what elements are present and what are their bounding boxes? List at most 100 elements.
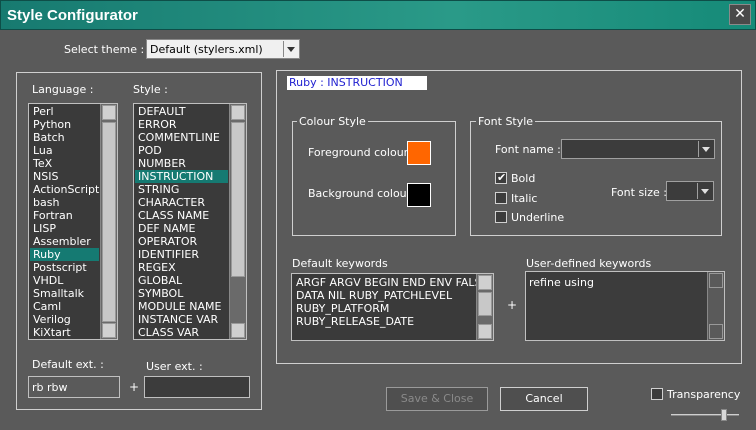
keywords-scrollbar[interactable] [476, 274, 493, 340]
style-list-item[interactable]: COMMENTLINE [135, 131, 228, 144]
chevron-down-icon[interactable] [697, 183, 712, 199]
scroll-thumb[interactable] [102, 122, 116, 322]
style-list-item[interactable]: NUMBER [135, 157, 228, 170]
language-list-item[interactable]: VHDL [30, 274, 99, 287]
italic-checkbox[interactable] [495, 192, 507, 204]
style-list-item[interactable]: REGEX [135, 261, 228, 274]
style-items: DEFAULT ERROR COMMENTLINE POD NUMBER INSTRUCT… [135, 105, 228, 339]
language-list-item[interactable]: Verilog [30, 313, 99, 326]
scroll-down-icon[interactable] [478, 324, 492, 339]
language-list-item[interactable]: Python [30, 118, 99, 131]
plus-sign: + [129, 380, 140, 394]
title-bar: Style Configurator ✕ [0, 0, 756, 30]
scroll-up-icon[interactable] [102, 105, 116, 120]
style-list-item[interactable]: POD [135, 144, 228, 157]
user-keywords-scrollbar[interactable] [707, 272, 724, 340]
language-list-item[interactable]: Batch [30, 131, 99, 144]
user-keywords-value: refine using [529, 276, 594, 289]
language-list-item[interactable]: Lua [30, 144, 99, 157]
language-list-item[interactable]: ActionScript [30, 183, 99, 196]
language-list[interactable]: Perl Python Batch Lua TeX NSIS ActionScript bas… [28, 103, 118, 340]
font-size-combo[interactable] [666, 181, 714, 201]
language-list-item[interactable]: KiXtart [30, 326, 99, 339]
transparency-checkbox[interactable] [651, 388, 663, 400]
style-label: Style : [133, 83, 168, 96]
style-list-item[interactable]: INSTRUCTION [135, 170, 228, 183]
style-list-item[interactable]: MODULE NAME [135, 300, 228, 313]
transparency-slider-thumb[interactable] [720, 409, 727, 421]
style-list-item[interactable]: GLOBAL [135, 274, 228, 287]
language-list-item[interactable]: TeX [30, 157, 99, 170]
scroll-down-icon[interactable] [709, 324, 723, 339]
font-size-label: Font size : [611, 186, 667, 199]
font-name-label: Font name : [495, 143, 561, 156]
default-ext-label: Default ext. : [32, 358, 104, 371]
default-keywords-list[interactable]: ARGF ARGV BEGIN END ENV FALSE DATA NIL RU… [291, 273, 494, 341]
style-list-item[interactable]: ERROR [135, 118, 228, 131]
style-list-item[interactable]: STRING [135, 183, 228, 196]
underline-label: Underline [511, 211, 565, 224]
style-list-item[interactable]: INSTANCE VAR [135, 313, 228, 326]
style-list-item[interactable]: CLASS NAME [135, 209, 228, 222]
language-list-item[interactable]: Fortran [30, 209, 99, 222]
current-style-field: Ruby : INSTRUCTION [287, 76, 427, 90]
style-list-item[interactable]: CLASS VAR [135, 326, 228, 339]
language-list-item[interactable]: LISP [30, 222, 99, 235]
language-list-item[interactable]: NSIS [30, 170, 99, 183]
keywords-plus-sign: + [507, 298, 518, 312]
scroll-thumb[interactable] [231, 122, 245, 277]
style-scrollbar[interactable] [229, 104, 246, 339]
user-keywords-input[interactable]: refine using [525, 271, 725, 341]
scroll-down-icon[interactable] [102, 323, 116, 338]
language-scrollbar[interactable] [100, 104, 117, 339]
window-title: Style Configurator [7, 7, 138, 24]
style-list-item[interactable]: IDENTIFIER [135, 248, 228, 261]
current-style-value: Ruby : INSTRUCTION [289, 76, 403, 89]
scroll-down-icon[interactable] [231, 323, 245, 338]
keyword-line: DATA NIL RUBY_PATCHLEVEL [296, 289, 453, 302]
default-ext-field: rb rbw [28, 376, 120, 398]
language-label: Language : [32, 83, 94, 96]
select-theme-label: Select theme : [64, 43, 145, 56]
language-list-item[interactable]: Postscript [30, 261, 99, 274]
foreground-colour-swatch[interactable] [407, 141, 431, 165]
language-list-item[interactable]: Perl [30, 105, 99, 118]
scroll-thumb[interactable] [478, 292, 492, 316]
colour-style-group [292, 121, 456, 236]
user-ext-input[interactable] [144, 376, 250, 398]
close-button[interactable]: ✕ [729, 4, 751, 25]
style-list[interactable]: DEFAULT ERROR COMMENTLINE POD NUMBER INSTRUCT… [133, 103, 247, 340]
cancel-button[interactable]: Cancel [500, 387, 588, 411]
chevron-down-icon[interactable] [698, 141, 713, 157]
close-icon: ✕ [734, 6, 746, 22]
language-list-item[interactable]: Smalltalk [30, 287, 99, 300]
default-keywords-lines: ARGF ARGV BEGIN END ENV FALSE DATA NIL RU… [293, 276, 488, 328]
scroll-up-icon[interactable] [709, 273, 723, 288]
theme-combo[interactable]: Default (stylers.xml) [146, 39, 300, 59]
transparency-label: Transparency [667, 388, 741, 401]
bold-label: Bold [511, 172, 536, 185]
background-colour-label: Background colour [308, 187, 412, 200]
scroll-up-icon[interactable] [231, 105, 245, 120]
style-list-item[interactable]: CHARACTER [135, 196, 228, 209]
style-list-item[interactable]: DEF NAME [135, 222, 228, 235]
default-keywords-label: Default keywords [292, 257, 388, 270]
style-list-item[interactable]: OPERATOR [135, 235, 228, 248]
transparency-slider-track[interactable] [671, 414, 739, 416]
foreground-colour-label: Foreground colour [308, 146, 409, 159]
language-list-item[interactable]: bash [30, 196, 99, 209]
scroll-up-icon[interactable] [478, 275, 492, 290]
chevron-down-icon[interactable] [283, 41, 298, 57]
background-colour-swatch[interactable] [407, 183, 431, 207]
colour-style-title: Colour Style [297, 115, 368, 128]
bold-checkbox[interactable] [495, 171, 507, 184]
save-close-button[interactable]: Save & Close [386, 387, 488, 411]
language-list-item[interactable]: Caml [30, 300, 99, 313]
keyword-line: RUBY_PLATFORM [296, 302, 390, 315]
style-list-item[interactable]: DEFAULT [135, 105, 228, 118]
font-name-combo[interactable] [561, 139, 715, 159]
style-list-item[interactable]: SYMBOL [135, 287, 228, 300]
language-list-item[interactable]: Ruby [30, 248, 99, 261]
underline-checkbox[interactable] [495, 211, 507, 223]
language-list-item[interactable]: Assembler [30, 235, 99, 248]
